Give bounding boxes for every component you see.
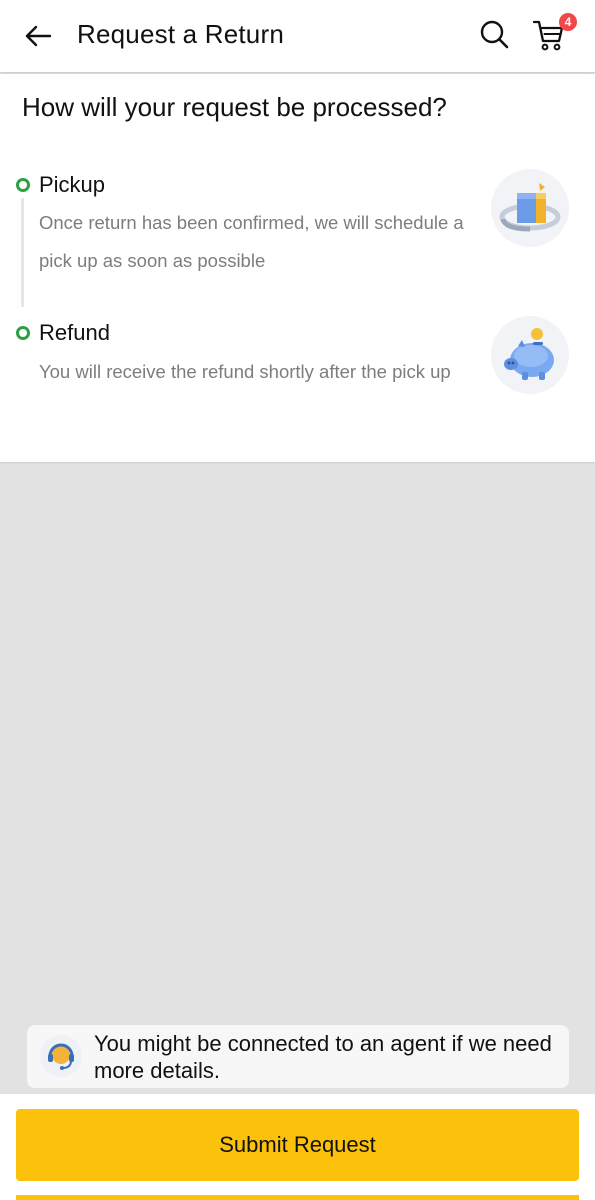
step-title-pickup: Pickup — [39, 172, 106, 197]
agent-notice-text: You might be connected to an agent if we… — [94, 1031, 552, 1083]
cart-button[interactable]: 4 — [532, 13, 577, 54]
cart-count-badge: 4 — [559, 13, 577, 31]
request-return-screen: Request a Return 4 How will your request… — [0, 0, 595, 1200]
process-heading: How will your request be processed? — [22, 92, 447, 122]
next-button-edge — [16, 1195, 579, 1200]
bottom-action-bar: Submit Request — [0, 1094, 595, 1200]
step-title-refund: Refund — [39, 320, 110, 345]
step-indicator-pickup — [16, 178, 30, 192]
search-icon — [480, 20, 509, 49]
app-header: Request a Return 4 — [0, 0, 595, 72]
back-button[interactable] — [20, 18, 56, 54]
arrow-left-icon — [25, 25, 52, 47]
package-return-icon — [491, 169, 569, 247]
search-button[interactable] — [476, 16, 512, 52]
step-indicator-refund — [16, 326, 30, 340]
process-info-card: How will your request be processed? Pick… — [0, 74, 595, 462]
headset-agent-icon — [40, 1035, 82, 1077]
agent-notice: You might be connected to an agent if we… — [27, 1025, 569, 1088]
page-title: Request a Return — [77, 19, 284, 49]
step-description-refund: You will receive the refund shortly afte… — [39, 361, 451, 382]
step-description-pickup: Once return has been confirmed, we will … — [39, 212, 464, 271]
piggy-bank-icon — [491, 316, 569, 394]
submit-request-button[interactable]: Submit Request — [16, 1109, 579, 1181]
step-connector-line — [21, 198, 24, 307]
